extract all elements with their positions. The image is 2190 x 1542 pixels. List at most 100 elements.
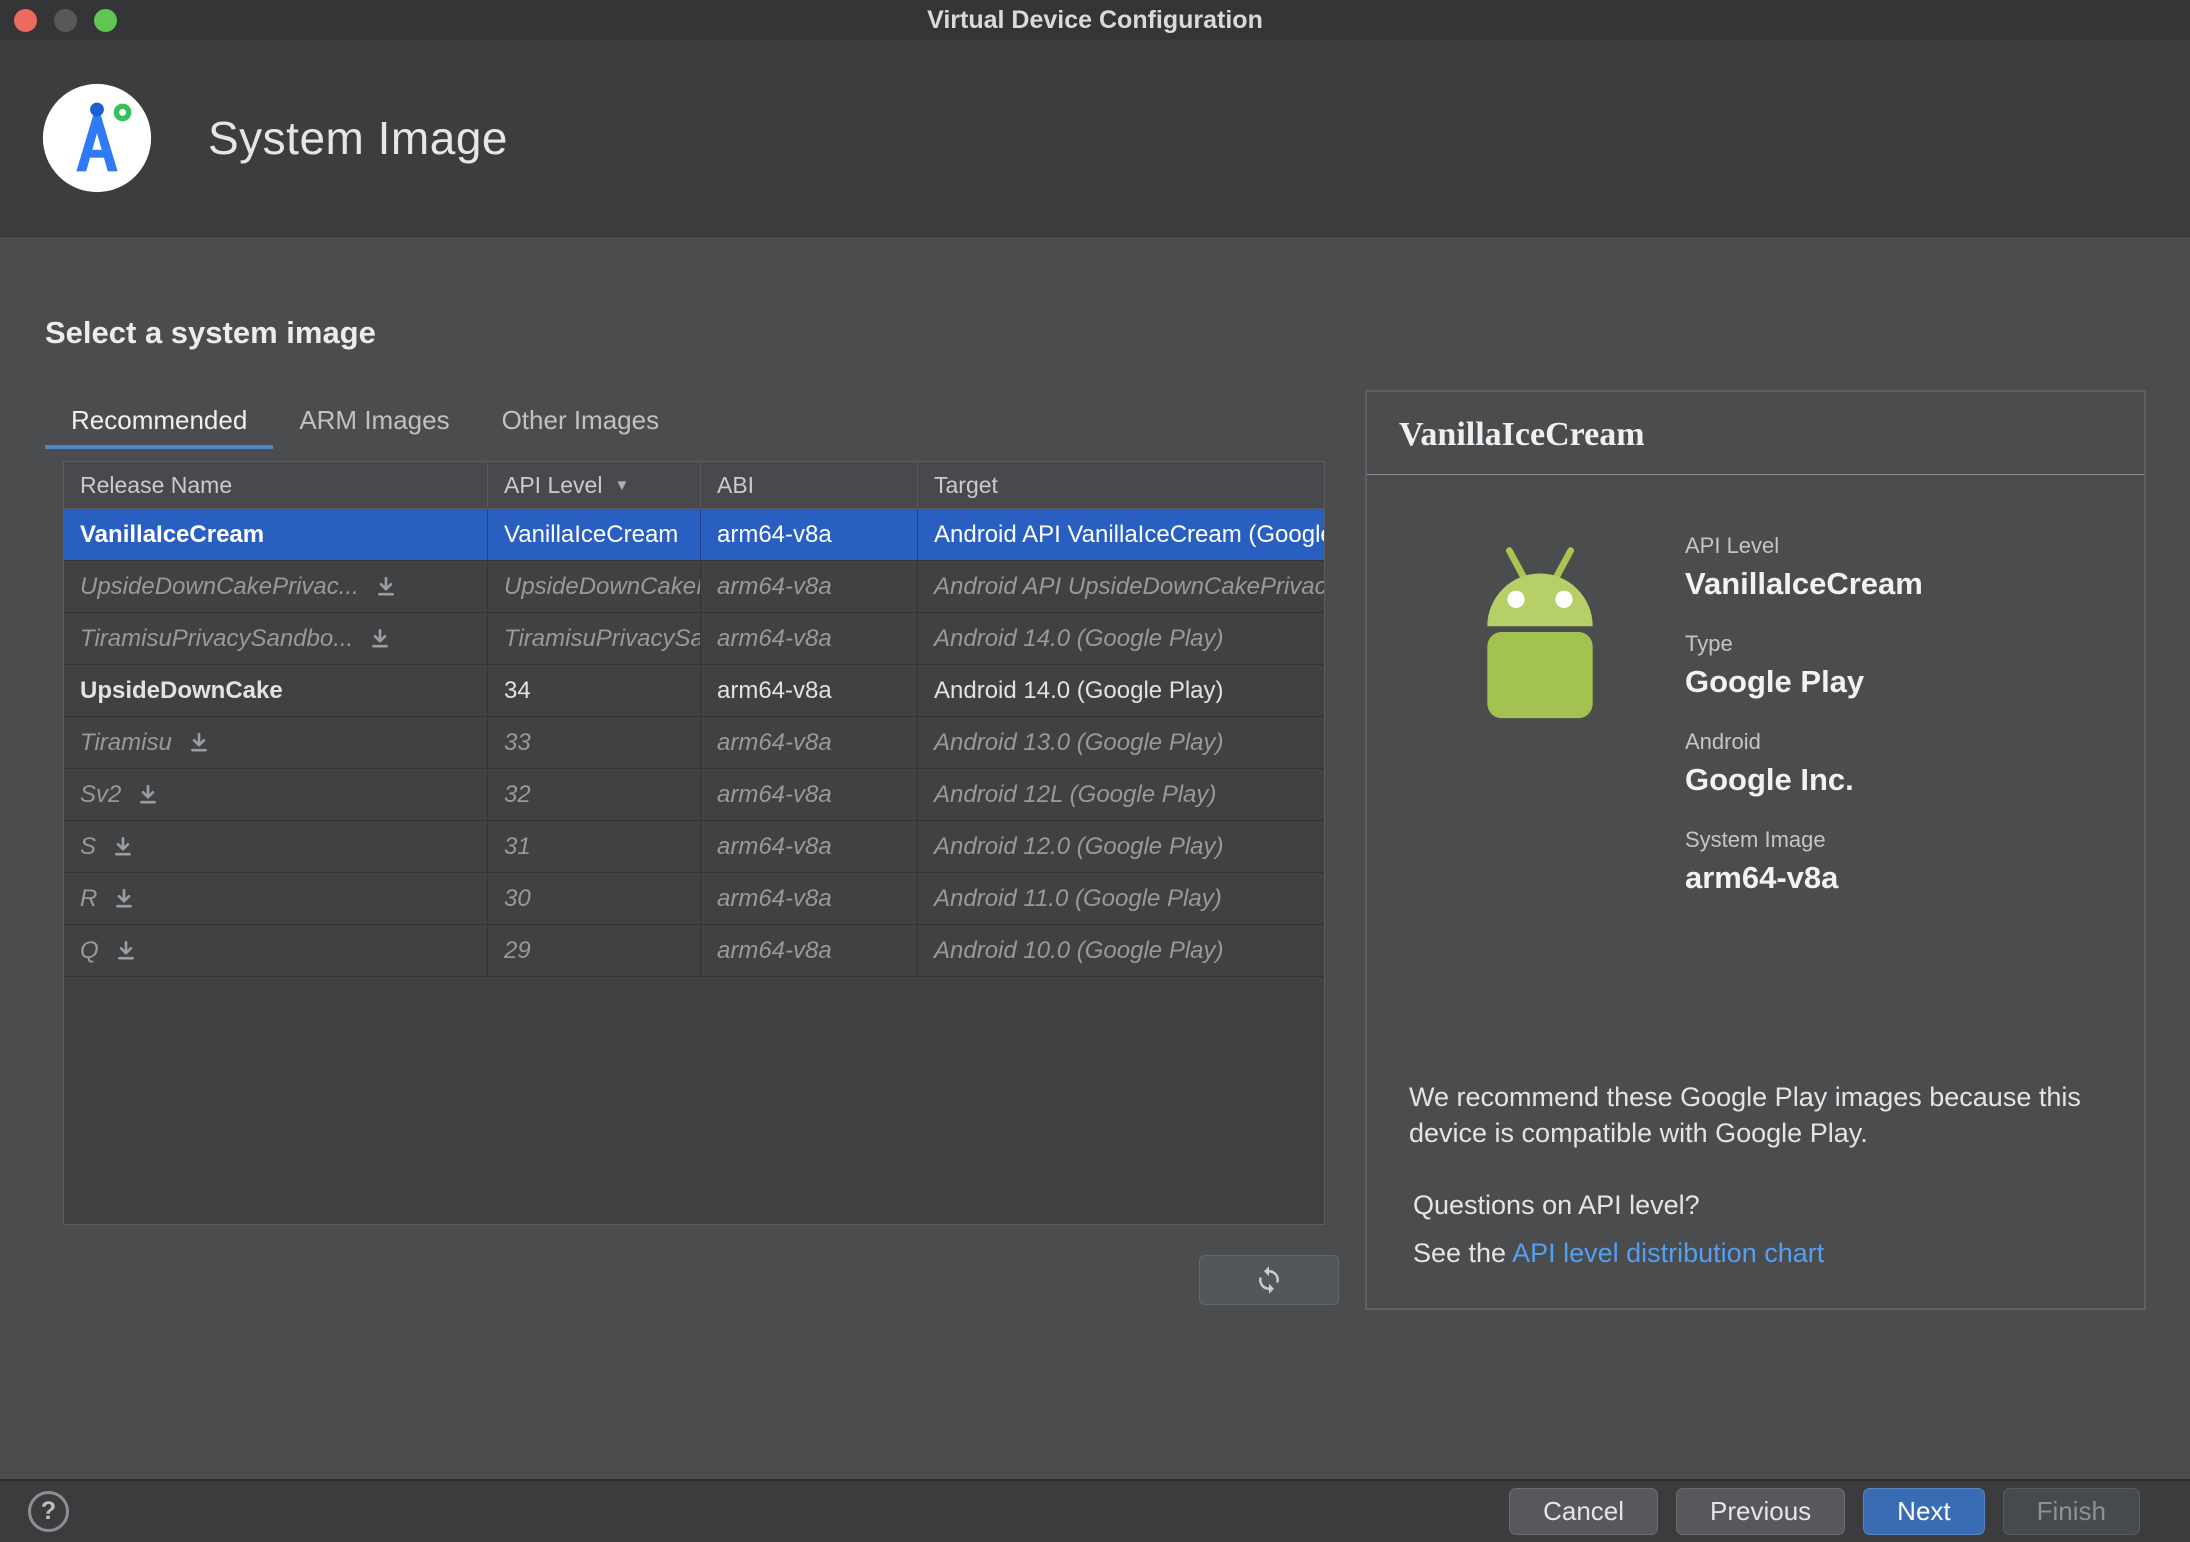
abi-cell: arm64-v8a <box>701 509 918 560</box>
close-window-button[interactable] <box>14 8 37 32</box>
target-cell: Android 12.0 (Google Play) <box>934 832 1224 860</box>
type-value: Google Play <box>1685 664 1865 699</box>
download-icon[interactable] <box>113 888 135 910</box>
tab-arm-images[interactable]: ARM Images <box>273 395 475 449</box>
vendor-value: Google Inc. <box>1685 762 1854 797</box>
target-cell: Android 11.0 (Google Play) <box>934 884 1222 912</box>
column-header-release-name[interactable]: Release Name <box>64 462 488 508</box>
titlebar: Virtual Device Configuration <box>0 0 2190 40</box>
zoom-window-button[interactable] <box>94 8 117 32</box>
release-name: S <box>80 832 97 860</box>
api-level-cell: 34 <box>488 665 701 716</box>
abi-cell: arm64-v8a <box>701 925 918 976</box>
table-body: VanillaIceCream VanillaIceCream arm64-v8… <box>64 509 1324 1224</box>
tab-recommended[interactable]: Recommended <box>45 395 274 449</box>
api-level-value: VanillaIceCream <box>1685 566 1923 601</box>
selected-image-title: VanillaIceCream <box>1399 416 1645 453</box>
download-icon[interactable] <box>137 784 159 806</box>
api-level-cell: VanillaIceCream <box>488 509 701 560</box>
panel-divider <box>1367 474 2144 475</box>
android-studio-logo-icon <box>38 79 156 197</box>
system-image-chooser: Select a system image Recommended ARM Im… <box>45 315 1339 1305</box>
api-level-cell: 31 <box>488 821 701 872</box>
abi-cell: arm64-v8a <box>701 717 918 768</box>
download-icon[interactable] <box>369 628 391 650</box>
finish-button[interactable]: Finish <box>2002 1488 2140 1535</box>
table-row-tiramisu[interactable]: Tiramisu 33 arm64-v8a Android 13.0 (Goog… <box>64 717 1324 769</box>
table-header-row: Release Name API Level ▼ ABI Target <box>64 462 1324 509</box>
android-robot-icon <box>1449 533 1631 729</box>
column-header-abi[interactable]: ABI <box>701 462 918 508</box>
image-tabs: Recommended ARM Images Other Images <box>45 395 1327 449</box>
refresh-button[interactable] <box>1199 1255 1339 1305</box>
details-panel: VanillaIceCream API Level VanillaIceCrea… <box>1365 390 2146 1310</box>
abi-cell: arm64-v8a <box>701 665 918 716</box>
abi-cell: arm64-v8a <box>701 873 918 924</box>
table-row-s[interactable]: S 31 arm64-v8a Android 12.0 (Google Play… <box>64 821 1324 873</box>
download-icon[interactable] <box>115 940 137 962</box>
cancel-button[interactable]: Cancel <box>1509 1488 1659 1535</box>
release-name: Q <box>80 936 99 964</box>
target-cell: Android 12L (Google Play) <box>934 780 1217 808</box>
section-heading: Select a system image <box>45 315 376 350</box>
release-name: UpsideDownCakePrivac... <box>80 572 359 600</box>
api-distribution-chart-link[interactable]: API level distribution chart <box>1512 1238 1824 1268</box>
api-level-cell: 33 <box>488 717 701 768</box>
abi-cell: arm64-v8a <box>701 769 918 820</box>
main-content: Select a system image Recommended ARM Im… <box>0 237 2190 1479</box>
api-level-cell: UpsideDownCakePrivacySandbox <box>488 561 701 612</box>
release-name: VanillaIceCream <box>80 520 265 548</box>
table-row-q[interactable]: Q 29 arm64-v8a Android 10.0 (Google Play… <box>64 925 1324 977</box>
target-cell: Android 14.0 (Google Play) <box>934 624 1224 652</box>
type-label: Type <box>1685 631 1733 656</box>
previous-button[interactable]: Previous <box>1676 1488 1846 1535</box>
api-level-cell: 32 <box>488 769 701 820</box>
api-level-cell: 30 <box>488 873 701 924</box>
recommendation-text: We recommend these Google Play images be… <box>1409 1082 2081 1148</box>
vendor-label: Android <box>1685 729 1761 754</box>
abi-cell: arm64-v8a <box>701 561 918 612</box>
download-icon[interactable] <box>188 732 210 754</box>
see-the-text: See the <box>1413 1238 1513 1268</box>
api-level-cell: TiramisuPrivacySandbox <box>488 613 701 664</box>
sort-descending-icon: ▼ <box>614 476 630 494</box>
table-row-sv2[interactable]: Sv2 32 arm64-v8a Android 12L (Google Pla… <box>64 769 1324 821</box>
table-row-upsidedowncake[interactable]: UpsideDownCake 34 arm64-v8a Android 14.0… <box>64 665 1324 717</box>
wizard-header: System Image <box>0 40 2190 237</box>
next-button[interactable]: Next <box>1863 1488 1985 1535</box>
release-name: Tiramisu <box>80 728 172 756</box>
release-name: Sv2 <box>80 780 122 808</box>
column-header-api-level[interactable]: API Level ▼ <box>488 462 701 508</box>
abi-cell: arm64-v8a <box>701 821 918 872</box>
table-row-vanillaicecream[interactable]: VanillaIceCream VanillaIceCream arm64-v8… <box>64 509 1324 561</box>
api-level-cell: 29 <box>488 925 701 976</box>
target-cell: Android API VanillaIceCream (Google Play… <box>934 520 1324 548</box>
system-image-label: System Image <box>1685 827 1826 852</box>
download-icon[interactable] <box>375 576 397 598</box>
window-controls <box>14 8 117 32</box>
abi-cell: arm64-v8a <box>701 613 918 664</box>
refresh-icon <box>1254 1265 1284 1295</box>
column-header-target[interactable]: Target <box>918 462 1324 508</box>
tab-other-images[interactable]: Other Images <box>476 395 686 449</box>
release-name: UpsideDownCake <box>80 676 283 704</box>
api-level-question: Questions on API level? <box>1413 1190 1700 1220</box>
target-cell: Android 13.0 (Google Play) <box>934 728 1224 756</box>
target-cell: Android API UpsideDownCakePrivacySandbox <box>934 572 1324 600</box>
help-button[interactable]: ? <box>28 1491 69 1532</box>
release-name: TiramisuPrivacySandbo... <box>80 624 354 652</box>
target-cell: Android 14.0 (Google Play) <box>934 676 1224 704</box>
system-image-value: arm64-v8a <box>1685 860 1839 895</box>
table-row-upsidedowncakeprivacysandbox[interactable]: UpsideDownCakePrivac... UpsideDownCakePr… <box>64 561 1324 613</box>
download-icon[interactable] <box>112 836 134 858</box>
wizard-footer: ? Cancel Previous Next Finish <box>0 1479 2190 1542</box>
release-name: R <box>80 884 98 912</box>
table-row-tiramisuprivacysandbox[interactable]: TiramisuPrivacySandbo... TiramisuPrivacy… <box>64 613 1324 665</box>
system-image-table: Release Name API Level ▼ ABI Target Vani… <box>63 461 1325 1225</box>
target-cell: Android 10.0 (Google Play) <box>934 936 1224 964</box>
page-title: System Image <box>208 112 508 164</box>
minimize-window-button[interactable] <box>54 8 77 32</box>
window-title: Virtual Device Configuration <box>927 5 1263 34</box>
table-row-r[interactable]: R 30 arm64-v8a Android 11.0 (Google Play… <box>64 873 1324 925</box>
virtual-device-configuration-window: Virtual Device Configuration System Imag… <box>0 0 2190 1542</box>
